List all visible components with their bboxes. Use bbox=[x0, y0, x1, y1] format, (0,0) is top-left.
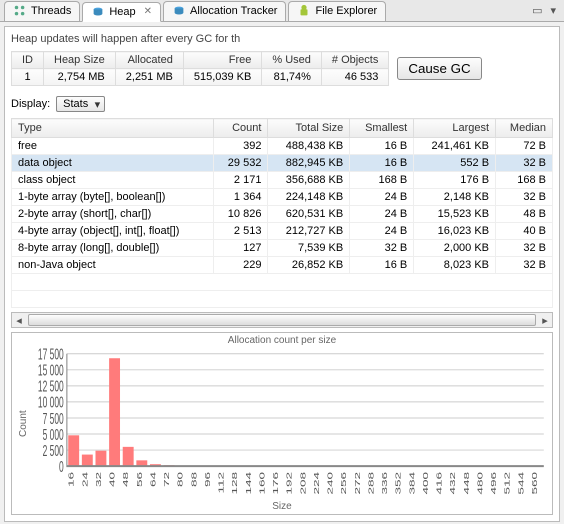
tab-file-explorer[interactable]: File Explorer bbox=[288, 1, 386, 21]
svg-text:32: 32 bbox=[95, 472, 103, 487]
svg-text:448: 448 bbox=[463, 472, 471, 495]
summary-data-row[interactable]: 1 2,754 MB 2,251 MB 515,039 KB 81,74% 46… bbox=[12, 69, 389, 86]
svg-text:64: 64 bbox=[149, 472, 157, 487]
table-row[interactable]: 8-byte array (long[], double[])1277,539 … bbox=[12, 240, 553, 257]
chart-plot: 02 5005 0007 50010 00012 50015 00017 500… bbox=[31, 346, 548, 501]
table-row[interactable]: 1-byte array (byte[], boolean[])1 364224… bbox=[12, 189, 553, 206]
summary-header-row: ID Heap Size Allocated Free % Used # Obj… bbox=[12, 52, 389, 69]
scroll-thumb[interactable] bbox=[28, 314, 536, 326]
svg-text:7 500: 7 500 bbox=[43, 410, 64, 427]
svg-text:544: 544 bbox=[517, 472, 525, 495]
chart-ylabel: Count bbox=[16, 346, 31, 501]
svg-text:2 500: 2 500 bbox=[43, 442, 64, 459]
tab-heap[interactable]: Heap ✕ bbox=[82, 2, 161, 22]
menu-icon[interactable]: ▾ bbox=[548, 4, 558, 17]
svg-text:72: 72 bbox=[163, 472, 171, 487]
svg-text:272: 272 bbox=[354, 472, 362, 495]
svg-text:288: 288 bbox=[367, 472, 375, 495]
col-type[interactable]: Type bbox=[12, 119, 214, 138]
tab-allocation-tracker[interactable]: Allocation Tracker bbox=[163, 1, 286, 21]
svg-text:80: 80 bbox=[177, 472, 185, 487]
tab-bar: Threads Heap ✕ Allocation Tracker File E… bbox=[0, 0, 564, 22]
svg-text:352: 352 bbox=[395, 472, 403, 495]
threads-icon bbox=[13, 4, 27, 18]
col-id[interactable]: ID bbox=[12, 52, 44, 69]
heap-icon bbox=[91, 5, 105, 19]
allocation-icon bbox=[172, 4, 186, 18]
svg-text:88: 88 bbox=[190, 472, 198, 487]
svg-text:192: 192 bbox=[286, 472, 294, 495]
svg-text:384: 384 bbox=[408, 472, 416, 495]
col-allocated[interactable]: Allocated bbox=[115, 52, 183, 69]
svg-text:224: 224 bbox=[313, 472, 321, 495]
svg-text:144: 144 bbox=[245, 472, 253, 495]
svg-text:208: 208 bbox=[299, 472, 307, 495]
svg-text:240: 240 bbox=[326, 472, 334, 495]
col-count[interactable]: Count bbox=[214, 119, 268, 138]
svg-text:56: 56 bbox=[136, 472, 144, 487]
col-objects[interactable]: # Objects bbox=[321, 52, 388, 69]
scroll-left-arrow[interactable]: ◂ bbox=[12, 314, 26, 327]
android-icon bbox=[297, 4, 311, 18]
svg-text:0: 0 bbox=[59, 458, 64, 475]
svg-text:560: 560 bbox=[531, 472, 539, 495]
svg-text:336: 336 bbox=[381, 472, 389, 495]
col-total-size[interactable]: Total Size bbox=[268, 119, 350, 138]
tab-label: Threads bbox=[31, 5, 71, 17]
table-row[interactable]: class object2 171356,688 KB168 B176 B168… bbox=[12, 172, 553, 189]
chart-xlabel: Size bbox=[16, 501, 548, 514]
col-largest[interactable]: Largest bbox=[414, 119, 496, 138]
table-row[interactable]: non-Java object22926,852 KB16 B8,023 KB3… bbox=[12, 257, 553, 274]
close-icon[interactable]: ✕ bbox=[144, 6, 152, 17]
table-row[interactable]: data object29 532882,945 KB16 B552 B32 B bbox=[12, 155, 553, 172]
col-smallest[interactable]: Smallest bbox=[350, 119, 414, 138]
chart-title: Allocation count per size bbox=[16, 335, 548, 346]
tab-label: Allocation Tracker bbox=[190, 5, 277, 17]
svg-text:48: 48 bbox=[122, 472, 130, 487]
heap-stats-table: TypeCountTotal SizeSmallestLargestMedian… bbox=[11, 118, 553, 308]
minimize-icon[interactable]: ▭ bbox=[530, 4, 544, 17]
svg-text:480: 480 bbox=[476, 472, 484, 495]
cause-gc-button[interactable]: Cause GC bbox=[397, 57, 481, 80]
svg-text:160: 160 bbox=[258, 472, 266, 495]
table-row-empty bbox=[12, 274, 553, 291]
svg-text:12 500: 12 500 bbox=[38, 378, 64, 395]
svg-text:24: 24 bbox=[81, 472, 89, 487]
display-label: Display: bbox=[11, 98, 50, 110]
svg-text:17 500: 17 500 bbox=[38, 346, 64, 363]
table-row[interactable]: 2-byte array (short[], char[])10 826620,… bbox=[12, 206, 553, 223]
table-row[interactable]: free392488,438 KB16 B241,461 KB72 B bbox=[12, 138, 553, 155]
tab-threads[interactable]: Threads bbox=[4, 1, 80, 21]
display-select[interactable]: Stats bbox=[56, 96, 105, 112]
scroll-right-arrow[interactable]: ▸ bbox=[538, 314, 552, 327]
svg-text:15 000: 15 000 bbox=[38, 362, 64, 379]
col-used[interactable]: % Used bbox=[262, 52, 322, 69]
tab-label: Heap bbox=[109, 6, 135, 18]
svg-text:400: 400 bbox=[422, 472, 430, 495]
allocation-chart: Allocation count per size Count 02 5005 … bbox=[11, 332, 553, 515]
svg-text:416: 416 bbox=[435, 472, 443, 495]
svg-text:40: 40 bbox=[108, 472, 116, 487]
horizontal-scrollbar[interactable]: ◂ ▸ bbox=[11, 312, 553, 328]
svg-text:16: 16 bbox=[68, 472, 76, 487]
col-free[interactable]: Free bbox=[183, 52, 262, 69]
svg-text:176: 176 bbox=[272, 472, 280, 495]
svg-text:496: 496 bbox=[490, 472, 498, 495]
tab-label: File Explorer bbox=[315, 5, 377, 17]
col-heap-size[interactable]: Heap Size bbox=[44, 52, 116, 69]
svg-text:512: 512 bbox=[504, 472, 512, 495]
svg-text:128: 128 bbox=[231, 472, 239, 495]
svg-text:256: 256 bbox=[340, 472, 348, 495]
heap-update-hint: Heap updates will happen after every GC … bbox=[11, 33, 553, 45]
svg-text:5 000: 5 000 bbox=[43, 426, 64, 443]
table-row[interactable]: 4-byte array (object[], int[], float[])2… bbox=[12, 223, 553, 240]
svg-text:112: 112 bbox=[217, 472, 225, 494]
heap-summary-table: ID Heap Size Allocated Free % Used # Obj… bbox=[11, 51, 389, 86]
svg-text:10 000: 10 000 bbox=[38, 394, 64, 411]
col-median[interactable]: Median bbox=[496, 119, 553, 138]
svg-text:96: 96 bbox=[204, 472, 212, 487]
svg-text:432: 432 bbox=[449, 472, 457, 495]
table-row-empty bbox=[12, 291, 553, 308]
